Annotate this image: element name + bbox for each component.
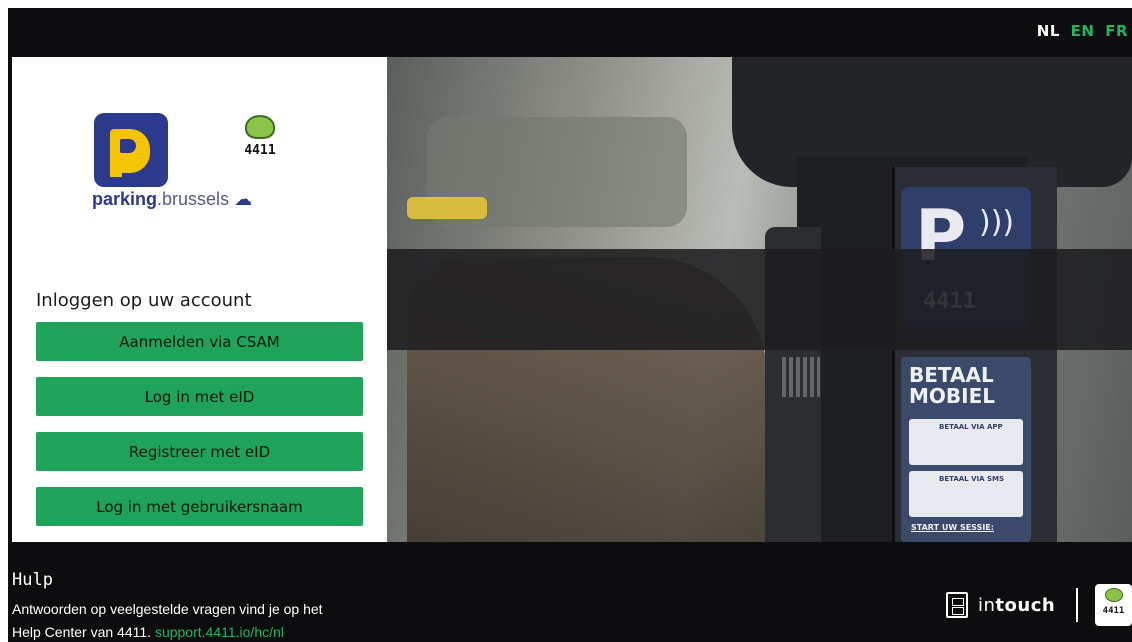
meter-keypad [782, 357, 820, 397]
help-center-link[interactable]: support.4411.io/hc/nl [155, 624, 284, 640]
csam-login-button[interactable]: Aanmelden via CSAM [36, 322, 363, 361]
language-switcher: NL EN FR [1032, 22, 1128, 40]
intouch-text: intouch [978, 594, 1056, 616]
help-text-prefix: Help Center van 4411. [12, 624, 155, 640]
brussels-iris-icon: ☁ [234, 189, 253, 209]
intouch-icon [946, 592, 968, 618]
brand-light: .brussels [157, 189, 230, 209]
hero-dark-band [387, 249, 1132, 350]
panel-card-sms: BETAAL VIA SMS [909, 471, 1023, 517]
lang-fr[interactable]: FR [1105, 22, 1128, 40]
lang-en[interactable]: EN [1071, 22, 1095, 40]
login-title: Inloggen op uw account [36, 290, 252, 311]
panel-heading: BETAAL MOBIEL [909, 363, 995, 408]
mascot-icon [245, 115, 275, 139]
footer-badge-number: 4411 [1102, 606, 1125, 616]
help-text-line2: Help Center van 4411. support.4411.io/hc… [12, 624, 284, 640]
username-login-button[interactable]: Log in met gebruikersnaam [36, 487, 363, 526]
eid-login-button[interactable]: Log in met eID [36, 377, 363, 416]
footer-mascot-icon [1104, 588, 1123, 602]
lang-nl[interactable]: NL [1037, 22, 1060, 40]
panel-start: START UW SESSIE: [911, 523, 994, 532]
mascot-number: 4411 [244, 143, 276, 158]
p-letter-stem [110, 157, 122, 177]
footer-divider [1076, 588, 1078, 622]
meter-info-panel: BETAAL MOBIEL BETAAL VIA APP BETAAL VIA S… [901, 357, 1031, 542]
sticker-waves-icon: ))) [979, 205, 1015, 240]
footer-4411-badge: 4411 [1095, 584, 1132, 626]
parking-p-logo [94, 113, 168, 187]
help-title: Hulp [12, 570, 53, 590]
hero-image: P ))) 4411 BETAALMOBIEL BETAAL VIA APP B… [387, 57, 1132, 542]
intouch-logo: intouch [946, 592, 1055, 618]
parking-brussels-logo: parking.brussels ☁ [92, 189, 252, 210]
login-panel: parking.brussels ☁ 4411 Inloggen op uw a… [12, 57, 387, 542]
mascot-4411-logo: 4411 [234, 115, 286, 163]
panel-card-app: BETAAL VIA APP [909, 419, 1023, 465]
hero-taxi-sign [407, 197, 487, 219]
help-text-line1: Antwoorden op veelgestelde vragen vind j… [12, 601, 323, 617]
p-letter-hole [120, 139, 136, 153]
eid-register-button[interactable]: Registreer met eID [36, 432, 363, 471]
brand-bold: parking [92, 189, 158, 209]
